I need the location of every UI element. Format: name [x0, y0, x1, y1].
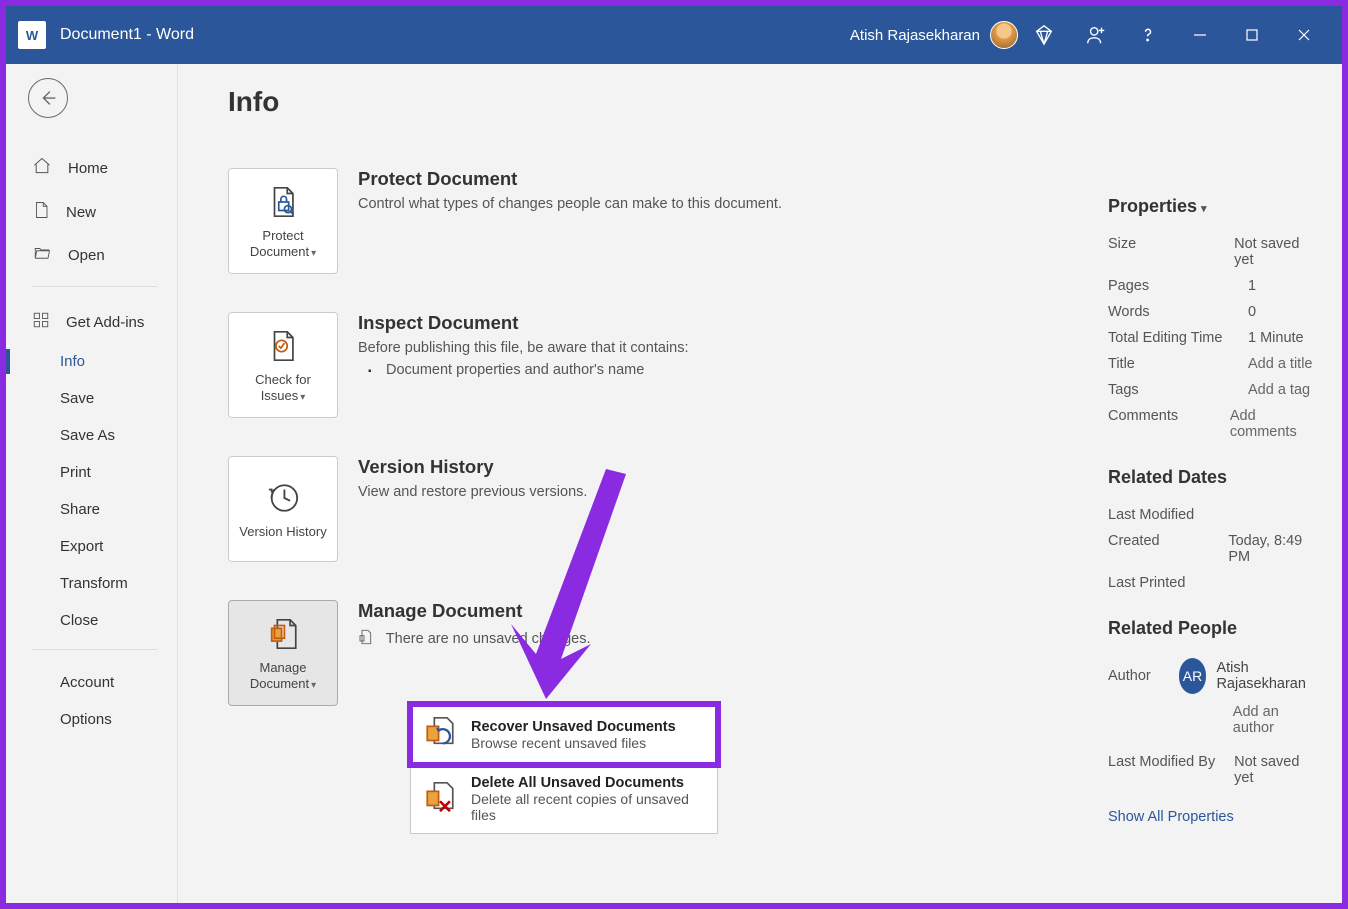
- prop-edit-time: 1 Minute: [1248, 330, 1304, 346]
- addins-icon: [32, 311, 50, 333]
- delete-unsaved-icon: [423, 780, 457, 819]
- protect-document-tile[interactable]: Protect Document▾: [228, 168, 338, 274]
- nav-transform[interactable]: Transform: [6, 565, 177, 602]
- back-button[interactable]: [28, 78, 68, 118]
- manage-document-menu: Recover Unsaved Documents Browse recent …: [410, 704, 718, 834]
- history-title: Version History: [358, 456, 587, 478]
- recover-icon: [423, 715, 457, 754]
- nav-home[interactable]: Home: [6, 146, 177, 190]
- recover-title: Recover Unsaved Documents: [471, 719, 676, 735]
- main-panel: Info Protect Document▾ Protect Document …: [178, 64, 1342, 903]
- prop-last-modified: Last Modified: [1108, 507, 1248, 523]
- user-avatar: [990, 21, 1018, 49]
- add-author-input[interactable]: Add an author: [1233, 704, 1314, 736]
- recover-unsaved-item[interactable]: Recover Unsaved Documents Browse recent …: [410, 704, 718, 765]
- nav-divider: [32, 286, 157, 287]
- prop-created: Today, 8:49 PM: [1228, 533, 1314, 565]
- related-people-heading: Related People: [1108, 618, 1314, 639]
- minimize-button[interactable]: [1174, 6, 1226, 64]
- inspect-desc: Before publishing this file, be aware th…: [358, 340, 688, 356]
- prop-comments-input[interactable]: Add comments: [1230, 408, 1314, 440]
- nav-open[interactable]: Open: [6, 234, 177, 276]
- nav-export[interactable]: Export: [6, 528, 177, 565]
- inspect-item: Document properties and author's name: [358, 362, 688, 378]
- properties-panel: Properties▾ SizeNot saved yet Pages1 Wor…: [1108, 174, 1314, 825]
- help-icon[interactable]: [1122, 6, 1174, 64]
- delete-sub: Delete all recent copies of unsaved file…: [471, 791, 705, 823]
- prop-pages: 1: [1248, 278, 1256, 294]
- prop-size: Not saved yet: [1234, 236, 1314, 268]
- prop-last-modified-by: Not saved yet: [1234, 754, 1314, 786]
- doc-small-icon: [358, 628, 374, 650]
- nav-save[interactable]: Save: [6, 380, 177, 417]
- prop-last-printed: Last Printed: [1108, 575, 1248, 591]
- word-app-icon: W: [18, 21, 46, 49]
- delete-unsaved-item[interactable]: Delete All Unsaved Documents Delete all …: [410, 765, 718, 834]
- user-area[interactable]: Atish Rajasekharan: [850, 21, 1018, 49]
- check-doc-icon: [266, 326, 300, 366]
- recover-sub: Browse recent unsaved files: [471, 735, 676, 751]
- diamond-icon[interactable]: [1018, 6, 1070, 64]
- check-issues-tile[interactable]: Check for Issues▾: [228, 312, 338, 418]
- new-file-icon: [32, 200, 50, 224]
- nav-account[interactable]: Account: [6, 664, 177, 701]
- prop-title-input[interactable]: Add a title: [1248, 356, 1313, 372]
- related-dates-heading: Related Dates: [1108, 467, 1314, 488]
- lock-icon: [266, 182, 300, 222]
- nav-info[interactable]: Info: [6, 343, 177, 380]
- prop-tags-input[interactable]: Add a tag: [1248, 382, 1310, 398]
- backstage-sidebar: Home New Open Get Add-ins Info Save Save…: [6, 64, 178, 903]
- nav-options[interactable]: Options: [6, 701, 177, 738]
- delete-title: Delete All Unsaved Documents: [471, 775, 705, 791]
- protect-desc: Control what types of changes people can…: [358, 196, 782, 212]
- author-avatar: AR: [1179, 658, 1207, 694]
- properties-heading[interactable]: Properties▾: [1108, 196, 1314, 217]
- nav-divider-2: [32, 649, 157, 650]
- history-desc: View and restore previous versions.: [358, 484, 587, 500]
- nav-save-as[interactable]: Save As: [6, 417, 177, 454]
- nav-print[interactable]: Print: [6, 454, 177, 491]
- document-title: Document1 - Word: [60, 26, 194, 44]
- show-all-properties[interactable]: Show All Properties: [1108, 809, 1234, 825]
- manage-desc: There are no unsaved changes.: [358, 628, 591, 650]
- nav-addins[interactable]: Get Add-ins: [6, 301, 177, 343]
- version-history-tile[interactable]: Version History: [228, 456, 338, 562]
- history-icon: [266, 478, 300, 518]
- prop-words: 0: [1248, 304, 1256, 320]
- inspect-title: Inspect Document: [358, 312, 688, 334]
- close-button[interactable]: [1278, 6, 1330, 64]
- home-icon: [32, 156, 52, 180]
- author-entry[interactable]: AR Atish Rajasekharan: [1179, 658, 1314, 694]
- page-heading: Info: [228, 86, 1300, 118]
- maximize-button[interactable]: [1226, 6, 1278, 64]
- titlebar: W Document1 - Word Atish Rajasekharan: [6, 6, 1342, 64]
- manage-title: Manage Document: [358, 600, 591, 622]
- nav-close[interactable]: Close: [6, 602, 177, 639]
- share-person-icon[interactable]: [1070, 6, 1122, 64]
- manage-document-tile[interactable]: Manage Document▾: [228, 600, 338, 706]
- protect-title: Protect Document: [358, 168, 782, 190]
- manage-doc-icon: [266, 614, 300, 654]
- nav-share[interactable]: Share: [6, 491, 177, 528]
- folder-open-icon: [32, 244, 52, 266]
- nav-new[interactable]: New: [6, 190, 177, 234]
- user-name: Atish Rajasekharan: [850, 27, 980, 44]
